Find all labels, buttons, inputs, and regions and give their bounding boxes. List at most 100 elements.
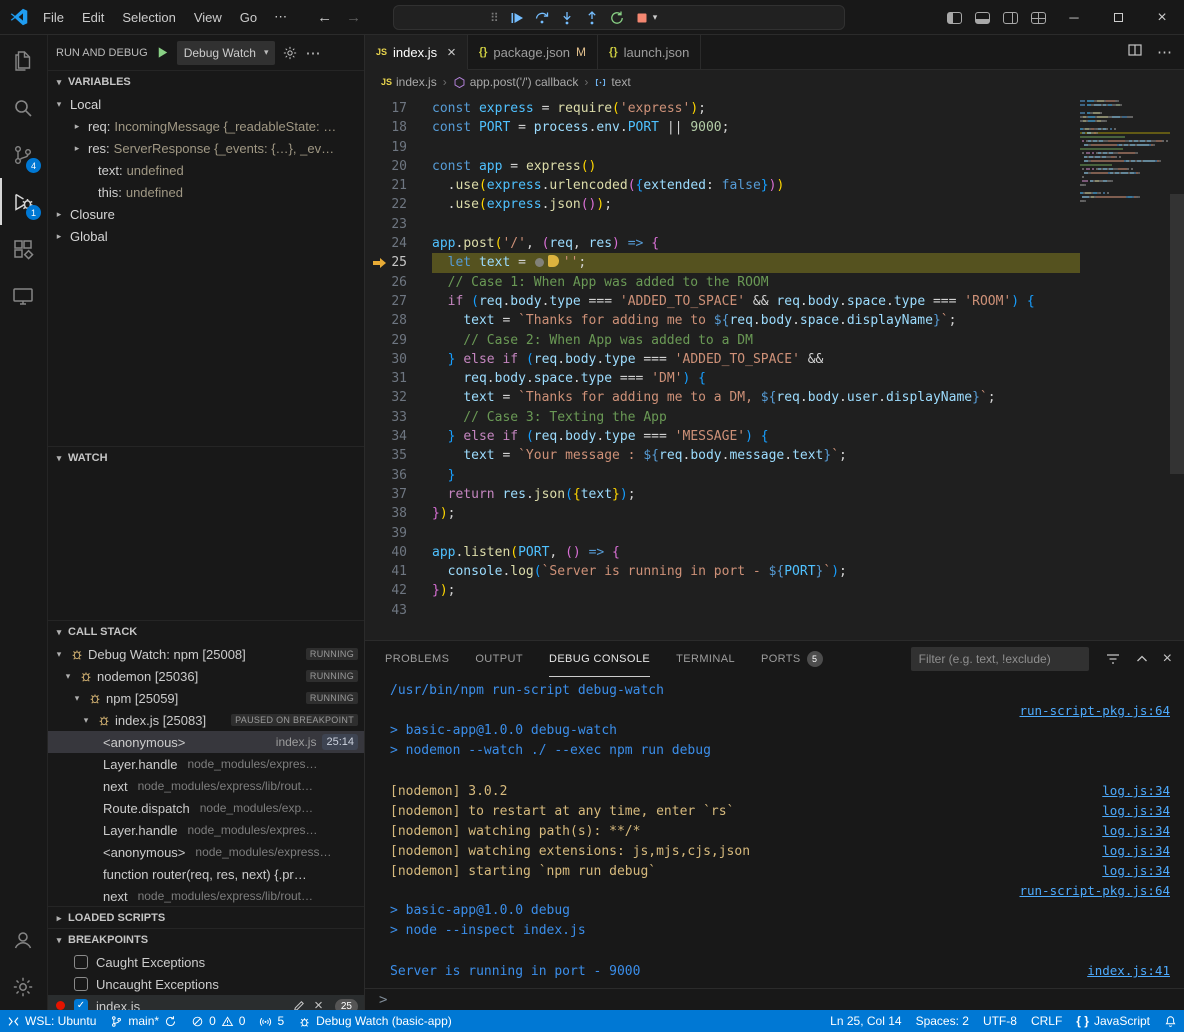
code-line[interactable]: console.log(`Server is running in port -… <box>432 562 1080 581</box>
code-line[interactable]: app.listen(PORT, () => { <box>432 543 1080 562</box>
menu-go[interactable]: Go <box>231 10 266 25</box>
gutter-line[interactable]: 32 <box>365 388 432 407</box>
gutter-line[interactable]: 35 <box>365 446 432 465</box>
gutter-line[interactable]: 20 <box>365 157 432 176</box>
code-line[interactable]: // Case 1: When App was added to the ROO… <box>432 273 1080 292</box>
breakpoint-checkbox[interactable]: ✓ <box>74 999 88 1010</box>
activity-settings[interactable] <box>0 963 46 1010</box>
variable-row[interactable]: text:undefined <box>48 159 364 181</box>
gutter-line[interactable]: 38 <box>365 504 432 523</box>
gutter-line[interactable]: 42 <box>365 581 432 600</box>
back-button[interactable]: ← <box>317 9 332 26</box>
gutter-line[interactable]: 34 <box>365 427 432 446</box>
toggle-secondary-sidebar-button[interactable] <box>996 4 1024 32</box>
step-out-button[interactable] <box>581 7 603 29</box>
debug-session-row[interactable]: ▾index.js [25083]PAUSED ON BREAKPOINT <box>48 709 364 731</box>
status-problems[interactable]: 00 <box>184 1010 252 1032</box>
edit-breakpoint-icon[interactable] <box>292 999 306 1010</box>
code-line[interactable]: } else if (req.body.type === 'ADDED_TO_S… <box>432 350 1080 369</box>
code-line[interactable]: const app = express() <box>432 157 1080 176</box>
activity-run-and-debug[interactable]: 1 <box>0 178 46 225</box>
gutter-line[interactable]: 41 <box>365 562 432 581</box>
gutter-line[interactable]: 31 <box>365 369 432 388</box>
status-language-mode[interactable]: { }JavaScript <box>1069 1010 1157 1032</box>
breakpoints-section-header[interactable]: ▾BREAKPOINTS <box>48 929 364 951</box>
code-line[interactable]: text = `Your message : ${req.body.messag… <box>432 446 1080 465</box>
stack-frame-row[interactable]: nextnode_modules/express/lib/rout… <box>48 885 364 906</box>
close-panel-icon[interactable]: × <box>1163 650 1172 668</box>
loaded-scripts-section-header[interactable]: ▸LOADED SCRIPTS <box>48 907 364 928</box>
maximize-panel-icon[interactable] <box>1134 651 1150 667</box>
gutter-line[interactable]: 26 <box>365 273 432 292</box>
variables-section-header[interactable]: ▾VARIABLES <box>48 71 364 93</box>
gutter-line[interactable]: 25 <box>365 253 432 272</box>
gutter-line[interactable]: 43 <box>365 601 432 620</box>
stack-frame-row[interactable]: <anonymous>node_modules/express… <box>48 841 364 863</box>
step-over-button[interactable] <box>531 7 553 29</box>
panel-tab-problems[interactable]: PROBLEMS <box>385 641 449 677</box>
code-line[interactable]: if (req.body.type === 'ADDED_TO_SPACE' &… <box>432 292 1080 311</box>
code-line[interactable] <box>432 601 1080 620</box>
source-link[interactable]: log.js:34 <box>1102 781 1170 801</box>
source-link[interactable]: run-script-pkg.js:64 <box>1019 881 1170 901</box>
gutter-line[interactable]: 21 <box>365 176 432 195</box>
activity-remote-explorer[interactable] <box>0 272 46 319</box>
source-link[interactable]: log.js:34 <box>1102 841 1170 861</box>
activity-accounts[interactable] <box>0 916 46 963</box>
debug-gear-icon[interactable] <box>282 45 298 61</box>
close-window-button[interactable]: × <box>1140 0 1184 35</box>
status-eol[interactable]: CRLF <box>1024 1010 1069 1032</box>
code-line[interactable] <box>432 524 1080 543</box>
status-cursor-position[interactable]: Ln 25, Col 14 <box>823 1010 908 1032</box>
minimize-button[interactable]: ─ <box>1052 0 1096 35</box>
step-into-button[interactable] <box>556 7 578 29</box>
gutter-line[interactable]: 24 <box>365 234 432 253</box>
code-line[interactable]: return res.json({text}); <box>432 485 1080 504</box>
panel-tab-debug-console[interactable]: DEBUG CONSOLE <box>549 641 650 677</box>
code-line[interactable]: text = `Thanks for adding me to ${req.bo… <box>432 311 1080 330</box>
gutter-line[interactable]: 28 <box>365 311 432 330</box>
panel-tab-ports[interactable]: PORTS5 <box>761 641 823 677</box>
gutter-line[interactable]: 37 <box>365 485 432 504</box>
code-line[interactable]: const PORT = process.env.PORT || 9000; <box>432 118 1080 137</box>
gutter-line[interactable]: 19 <box>365 138 432 157</box>
remove-breakpoint-icon[interactable]: × <box>314 999 323 1010</box>
breakpoint-checkbox[interactable] <box>74 955 88 969</box>
gutter-line[interactable]: 23 <box>365 215 432 234</box>
code-line[interactable]: .use(express.json()); <box>432 195 1080 214</box>
breakpoint-row[interactable]: Caught Exceptions <box>48 951 364 973</box>
breakpoint-row[interactable]: Uncaught Exceptions <box>48 973 364 995</box>
menu-selection[interactable]: Selection <box>113 10 184 25</box>
variable-row[interactable]: ▸res:ServerResponse {_events: {…}, _ev… <box>48 137 364 159</box>
code-line[interactable] <box>432 215 1080 234</box>
gutter-line[interactable]: 39 <box>365 524 432 543</box>
code-line[interactable]: text = `Thanks for adding me to a DM, ${… <box>432 388 1080 407</box>
editor-scrollbar[interactable] <box>1170 194 1184 474</box>
menu-edit[interactable]: Edit <box>73 10 113 25</box>
code-line[interactable]: const express = require('express'); <box>432 99 1080 118</box>
toggle-panel-button[interactable] <box>968 4 996 32</box>
activity-search[interactable] <box>0 84 46 131</box>
gutter-line[interactable]: 40 <box>365 543 432 562</box>
debug-session-row[interactable]: ▾npm [25059]RUNNING <box>48 687 364 709</box>
menu-file[interactable]: File <box>34 10 73 25</box>
stop-dropdown-chevron-icon[interactable]: ▾ <box>653 12 658 23</box>
restart-button[interactable] <box>606 7 628 29</box>
call-stack-section-header[interactable]: ▾CALL STACK <box>48 621 364 643</box>
toggle-primary-sidebar-button[interactable] <box>940 4 968 32</box>
tab-index-js[interactable]: JSindex.js× <box>365 35 468 70</box>
forward-button[interactable]: → <box>346 9 361 26</box>
breakpoint-checkbox[interactable] <box>74 977 88 991</box>
gutter-line[interactable]: 30 <box>365 350 432 369</box>
debug-session-row[interactable]: ▾nodemon [25036]RUNNING <box>48 665 364 687</box>
status-debug-session[interactable]: Debug Watch (basic-app) <box>291 1010 459 1032</box>
gutter-line[interactable]: 36 <box>365 466 432 485</box>
gutter-line[interactable]: 18 <box>365 118 432 137</box>
debug-session-row[interactable]: ▾Debug Watch: npm [25008]RUNNING <box>48 643 364 665</box>
code-line[interactable]: let text = ''; <box>432 253 1080 272</box>
command-center[interactable]: ⠿▾ <box>393 5 845 30</box>
console-prompt[interactable]: > <box>365 988 1184 1010</box>
code-line[interactable]: }); <box>432 581 1080 600</box>
breakpoint-row[interactable]: ✓index.js×25 <box>48 995 364 1010</box>
scope-row[interactable]: ▾Local <box>48 93 364 115</box>
